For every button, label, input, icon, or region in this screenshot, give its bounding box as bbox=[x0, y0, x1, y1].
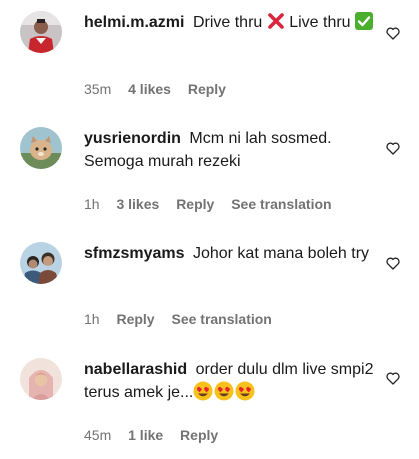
heart-outline-icon bbox=[386, 27, 400, 40]
see-translation-button[interactable]: See translation bbox=[171, 311, 271, 327]
reply-button[interactable]: Reply bbox=[116, 311, 154, 327]
comment-time: 45m bbox=[84, 427, 112, 443]
reply-button[interactable]: Reply bbox=[188, 81, 226, 97]
likes-count[interactable]: 4 likes bbox=[128, 81, 171, 97]
likes-count[interactable]: 1 like bbox=[128, 427, 163, 443]
comment-item: yusrienordin Mcm ni lah sosmed. Semoga m… bbox=[0, 110, 419, 225]
comments-list: helmi.m.azmi Drive thru Live thru 35m 4 … bbox=[0, 0, 419, 459]
comment-meta: 1h Reply See translation bbox=[84, 311, 285, 327]
reply-button[interactable]: Reply bbox=[180, 427, 218, 443]
smiling-face-with-heart-eyes-emoji bbox=[193, 381, 213, 401]
heart-outline-icon bbox=[386, 372, 400, 385]
comment-text: Johor kat mana boleh try bbox=[192, 245, 370, 262]
comment-time: 1h bbox=[84, 196, 100, 212]
avatar[interactable] bbox=[20, 242, 62, 284]
comment-username[interactable]: sfmzsmyams bbox=[84, 245, 185, 262]
comment-meta: 35m 4 likes Reply bbox=[84, 81, 239, 97]
cross-mark-emoji bbox=[267, 13, 284, 29]
comment-body: nabellarashid order dulu dlm live smpi2 … bbox=[84, 358, 374, 404]
avatar-image bbox=[20, 358, 62, 400]
comment-item: nabellarashid order dulu dlm live smpi2 … bbox=[0, 340, 419, 459]
comment-text: Live thru bbox=[289, 14, 351, 31]
avatar-image bbox=[20, 242, 62, 284]
avatar[interactable] bbox=[20, 358, 62, 400]
see-translation-button[interactable]: See translation bbox=[231, 196, 331, 212]
comment-item: helmi.m.azmi Drive thru Live thru 35m 4 … bbox=[0, 0, 419, 110]
comment-time: 1h bbox=[84, 311, 100, 327]
comment-meta: 45m 1 like Reply bbox=[84, 427, 231, 443]
like-button[interactable] bbox=[385, 255, 401, 271]
like-button[interactable] bbox=[385, 140, 401, 156]
smiling-face-with-heart-eyes-emoji bbox=[214, 381, 234, 401]
comment-time: 35m bbox=[84, 81, 112, 97]
avatar-image bbox=[20, 127, 62, 169]
comment-meta: 1h 3 likes Reply See translation bbox=[84, 196, 345, 212]
heart-outline-icon bbox=[386, 142, 400, 155]
comment-username[interactable]: yusrienordin bbox=[84, 130, 181, 147]
comment-body: sfmzsmyams Johor kat mana boleh try bbox=[84, 242, 374, 265]
likes-count[interactable]: 3 likes bbox=[116, 196, 159, 212]
comment-body: helmi.m.azmi Drive thru Live thru bbox=[84, 11, 374, 34]
heart-outline-icon bbox=[386, 257, 400, 270]
avatar[interactable] bbox=[20, 11, 62, 53]
reply-button[interactable]: Reply bbox=[176, 196, 214, 212]
check-mark-button-emoji bbox=[355, 12, 374, 30]
avatar[interactable] bbox=[20, 127, 62, 169]
comment-username[interactable]: helmi.m.azmi bbox=[84, 14, 184, 31]
avatar-image bbox=[20, 11, 62, 53]
comment-body: yusrienordin Mcm ni lah sosmed. Semoga m… bbox=[84, 127, 374, 173]
like-button[interactable] bbox=[385, 25, 401, 41]
comment-item: sfmzsmyams Johor kat mana boleh try 1h R… bbox=[0, 225, 419, 340]
comment-username[interactable]: nabellarashid bbox=[84, 361, 187, 378]
like-button[interactable] bbox=[385, 370, 401, 386]
comment-text: Drive thru bbox=[192, 14, 263, 31]
smiling-face-with-heart-eyes-emoji bbox=[235, 381, 255, 401]
